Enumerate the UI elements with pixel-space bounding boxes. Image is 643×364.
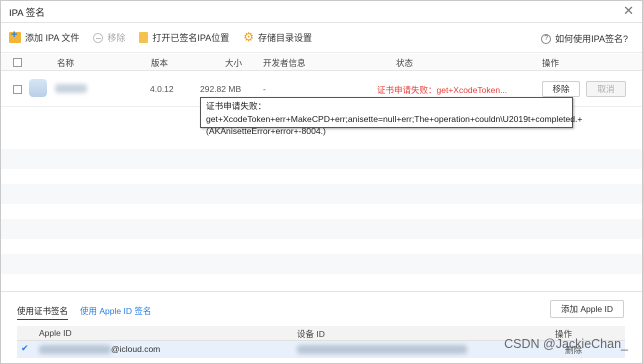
help-link[interactable]: ? 如何使用IPA签名?	[541, 32, 628, 45]
app-name-redacted	[55, 84, 87, 93]
ipa-sign-window: IPA 签名 ✕ 添加 IPA 文件 移除 打开已签名IPA位置 ⚙ 存储目录设…	[0, 0, 643, 364]
header-device-id: 设备 ID	[297, 329, 325, 339]
open-location-label: 打开已签名IPA位置	[152, 33, 230, 43]
empty-row-stripe	[1, 184, 642, 204]
add-file-icon	[9, 29, 21, 43]
select-all-checkbox[interactable]	[13, 58, 22, 67]
header-size: 大小	[225, 58, 243, 68]
add-apple-id-button[interactable]: 添加 Apple ID	[550, 300, 624, 318]
row-status[interactable]: 证书申请失败：get+XcodeToken...	[377, 84, 507, 96]
gear-icon: ⚙	[243, 30, 254, 44]
remove-label: 移除	[107, 33, 126, 43]
empty-row-stripe	[1, 254, 642, 274]
add-ipa-button[interactable]: 添加 IPA 文件	[9, 29, 80, 44]
row-checkbox[interactable]	[13, 85, 22, 94]
header-version: 版本	[151, 58, 169, 68]
storage-settings-button[interactable]: ⚙ 存储目录设置	[243, 31, 312, 44]
certificate-panel: 使用证书签名 使用 Apple ID 签名 添加 Apple ID Apple …	[1, 291, 642, 363]
empty-row-stripe	[1, 219, 642, 239]
selected-check-icon: ✔	[21, 343, 29, 353]
row-remove-button[interactable]: 移除	[542, 81, 580, 97]
tab-apple-id[interactable]: 使用 Apple ID 签名	[80, 305, 151, 320]
remove-icon	[93, 32, 104, 43]
close-icon[interactable]: ✕	[623, 4, 634, 18]
tab-certificate[interactable]: 使用证书签名	[17, 305, 69, 320]
row-developer: -	[263, 84, 266, 94]
sign-mode-tabs: 使用证书签名 使用 Apple ID 签名	[17, 305, 151, 320]
device-id-redacted	[297, 345, 467, 354]
app-icon	[29, 79, 47, 97]
csdn-watermark: CSDN @JackieChan_	[504, 337, 628, 351]
title-bar: IPA 签名 ✕	[1, 1, 642, 23]
folder-icon	[139, 32, 149, 43]
apple-id-domain: @icloud.com	[111, 344, 161, 354]
table-header: 名称 版本 大小 开发者信息 状态 操作	[1, 54, 642, 71]
apple-id-redacted	[39, 345, 111, 354]
header-action: 操作	[542, 58, 560, 68]
window-title: IPA 签名	[9, 7, 45, 19]
row-size: 292.82 MB	[200, 84, 242, 94]
header-developer: 开发者信息	[263, 58, 306, 68]
help-icon: ?	[541, 33, 552, 44]
header-apple-id: Apple ID	[39, 328, 72, 338]
header-name: 名称	[57, 58, 75, 68]
row-version: 4.0.12	[150, 84, 174, 94]
storage-settings-label: 存储目录设置	[257, 33, 312, 43]
help-label: 如何使用IPA签名?	[555, 34, 628, 44]
remove-button[interactable]: 移除	[93, 31, 125, 44]
empty-row-stripe	[1, 149, 642, 169]
status-tooltip: 证书申请失败：get+XcodeToken+err+MakeCPD+err;an…	[200, 97, 582, 136]
open-signed-location-button[interactable]: 打开已签名IPA位置	[139, 31, 229, 44]
add-ipa-label: 添加 IPA 文件	[25, 33, 80, 43]
header-status: 状态	[396, 58, 414, 68]
row-cancel-button[interactable]: 取消	[586, 81, 626, 97]
